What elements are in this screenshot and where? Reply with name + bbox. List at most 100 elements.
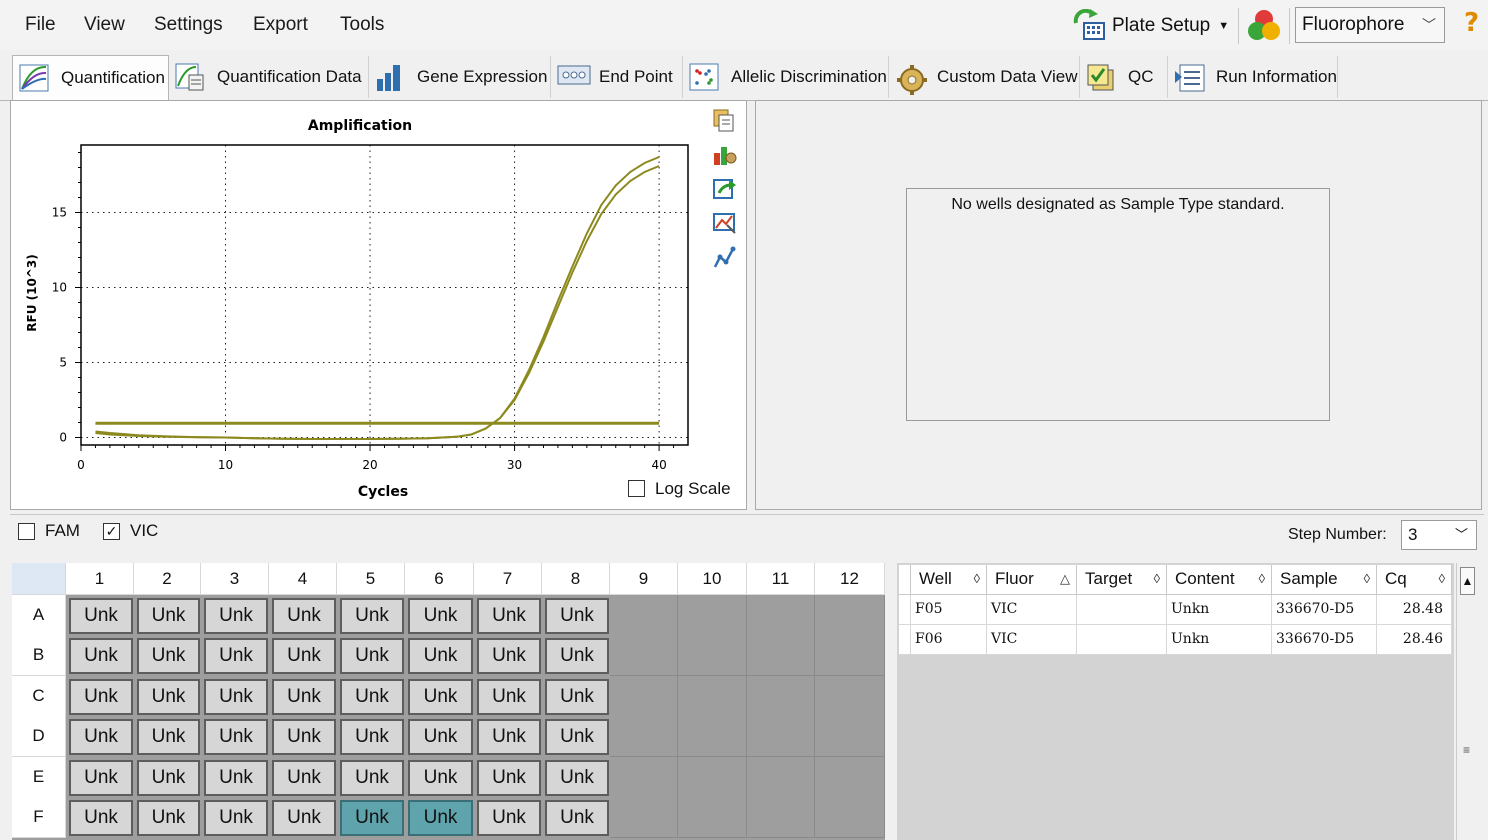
well-a10-empty[interactable] (678, 595, 747, 636)
plate-col-header[interactable]: 9 (610, 563, 678, 595)
well-b12-empty[interactable] (815, 635, 885, 676)
table-cell-content[interactable]: Unkn (1167, 625, 1272, 655)
table-scrollbar[interactable]: ▲ ≡ (1456, 563, 1479, 840)
well-f4[interactable]: Unk (272, 800, 336, 836)
fam-checkbox[interactable] (18, 523, 35, 540)
plate-row-header[interactable]: D (12, 716, 66, 757)
row-header[interactable] (899, 595, 911, 625)
well-b8[interactable]: Unk (545, 638, 609, 674)
well-c7[interactable]: Unk (477, 679, 541, 715)
chart-settings-icon[interactable] (714, 147, 737, 165)
well-d1[interactable]: Unk (69, 719, 133, 755)
well-f5[interactable]: Unk (340, 800, 404, 836)
well-c3[interactable]: Unk (204, 679, 268, 715)
well-f7[interactable]: Unk (477, 800, 541, 836)
well-e3[interactable]: Unk (204, 760, 268, 796)
plate-row-header[interactable]: F (12, 797, 66, 838)
row-header[interactable] (899, 625, 911, 655)
well-a6[interactable]: Unk (408, 598, 473, 634)
well-f6[interactable]: Unk (408, 800, 473, 836)
well-f10-empty[interactable] (678, 797, 747, 838)
well-b3[interactable]: Unk (204, 638, 268, 674)
tab-allelic-discrimination[interactable]: Allelic Discrimination (683, 56, 889, 98)
well-e4[interactable]: Unk (272, 760, 336, 796)
col-header-cq[interactable]: Cq ◊ (1377, 565, 1452, 595)
well-e7[interactable]: Unk (477, 760, 541, 796)
plate-col-header[interactable]: 7 (474, 563, 542, 595)
well-a2[interactable]: Unk (137, 598, 200, 634)
plate-col-header[interactable]: 3 (201, 563, 269, 595)
well-e6[interactable]: Unk (408, 760, 473, 796)
well-d8[interactable]: Unk (545, 719, 609, 755)
plate-row-header[interactable]: C (12, 676, 66, 717)
amplification-curve-1[interactable] (95, 165, 660, 440)
well-f2[interactable]: Unk (137, 800, 200, 836)
well-d7[interactable]: Unk (477, 719, 541, 755)
export-chart-icon[interactable] (713, 179, 736, 199)
well-d11-empty[interactable] (747, 716, 815, 757)
well-a3[interactable]: Unk (204, 598, 268, 634)
menu-tools[interactable]: Tools (340, 14, 384, 36)
tab-gene-expression[interactable]: Gene Expression (369, 56, 551, 98)
col-header-sample[interactable]: Sample ◊ (1272, 565, 1377, 595)
table-cell-sample[interactable]: 336670-D5 (1272, 595, 1377, 625)
plate-col-header[interactable]: 10 (678, 563, 747, 595)
plate-row-header[interactable]: A (12, 595, 66, 636)
col-header-well[interactable]: Well ◊ (911, 565, 987, 595)
plate-col-header[interactable]: 11 (747, 563, 815, 595)
trace-styles-icon[interactable] (713, 246, 736, 268)
well-e1[interactable]: Unk (69, 760, 133, 796)
well-a1[interactable]: Unk (69, 598, 133, 634)
well-a11-empty[interactable] (747, 595, 815, 636)
well-d2[interactable]: Unk (137, 719, 200, 755)
tab-qc[interactable]: QC (1080, 56, 1168, 98)
well-a7[interactable]: Unk (477, 598, 541, 634)
wells-color-icon[interactable] (1246, 8, 1282, 44)
well-c8[interactable]: Unk (545, 679, 609, 715)
well-e12-empty[interactable] (815, 757, 885, 798)
col-header-fluor[interactable]: Fluor △ (987, 565, 1077, 595)
log-scale-checkbox[interactable] (628, 480, 645, 497)
well-b1[interactable]: Unk (69, 638, 133, 674)
well-c4[interactable]: Unk (272, 679, 336, 715)
table-cell-well[interactable]: F06 (911, 625, 987, 655)
table-cell-well[interactable]: F05 (911, 595, 987, 625)
menu-export[interactable]: Export (253, 14, 308, 36)
tab-quantification-data[interactable]: Quantification Data (169, 56, 369, 98)
well-e9-empty[interactable] (610, 757, 678, 798)
well-b6[interactable]: Unk (408, 638, 473, 674)
scroll-up-icon[interactable]: ▲ (1460, 567, 1475, 595)
plate-col-header[interactable]: 1 (66, 563, 134, 595)
well-a12-empty[interactable] (815, 595, 885, 636)
well-f3[interactable]: Unk (204, 800, 268, 836)
table-cell-fluor[interactable]: VIC (987, 595, 1077, 625)
tab-quantification[interactable]: Quantification (12, 55, 169, 100)
help-icon[interactable]: ? (1464, 8, 1479, 38)
well-f12-empty[interactable] (815, 797, 885, 838)
well-d3[interactable]: Unk (204, 719, 268, 755)
plate-col-header[interactable]: 5 (337, 563, 405, 595)
plate-corner[interactable] (12, 563, 66, 595)
table-cell-sample[interactable]: 336670-D5 (1272, 625, 1377, 655)
well-b10-empty[interactable] (678, 635, 747, 676)
col-header-content[interactable]: Content ◊ (1167, 565, 1272, 595)
well-a9-empty[interactable] (610, 595, 678, 636)
well-d4[interactable]: Unk (272, 719, 336, 755)
well-f1[interactable]: Unk (69, 800, 133, 836)
plate-setup-button[interactable]: Plate Setup ▼ (1072, 8, 1229, 44)
well-d9-empty[interactable] (610, 716, 678, 757)
step-number-select[interactable]: 3 ﹀ (1401, 520, 1477, 550)
well-b9-empty[interactable] (610, 635, 678, 676)
amplification-curve-2[interactable] (95, 156, 660, 440)
plate-col-header[interactable]: 6 (405, 563, 474, 595)
tab-end-point[interactable]: End Point (551, 56, 683, 98)
fluorophore-select[interactable]: Fluorophore ﹀ (1295, 7, 1445, 43)
well-c10-empty[interactable] (678, 676, 747, 717)
table-cell-fluor[interactable]: VIC (987, 625, 1077, 655)
menu-view[interactable]: View (84, 14, 125, 36)
well-d6[interactable]: Unk (408, 719, 473, 755)
menu-file[interactable]: File (25, 14, 56, 36)
well-e2[interactable]: Unk (137, 760, 200, 796)
col-header-target[interactable]: Target ◊ (1077, 565, 1167, 595)
plate-row-header[interactable]: B (12, 635, 66, 676)
